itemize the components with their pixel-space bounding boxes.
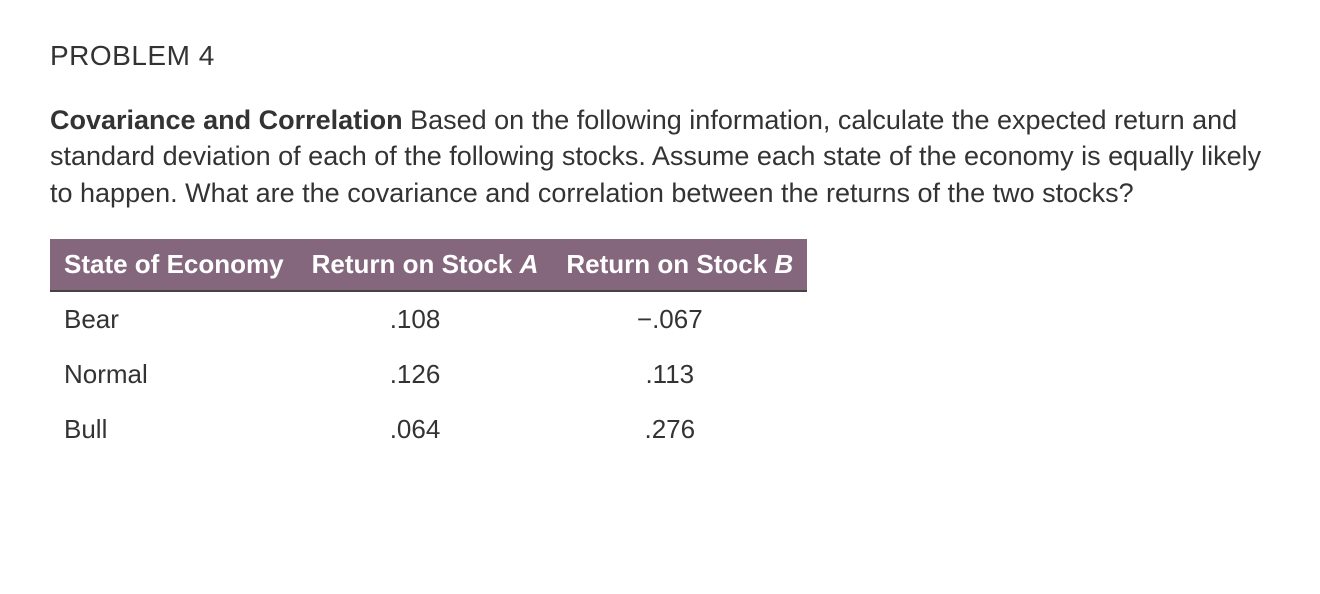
table-row: Bear .108 −.067 <box>50 291 807 347</box>
cell-state: Bear <box>50 291 298 347</box>
table-row: Bull .064 .276 <box>50 402 807 457</box>
cell-stock-a: .126 <box>298 347 553 402</box>
cell-state: Normal <box>50 347 298 402</box>
header-stock-b: Return on Stock B <box>552 239 807 291</box>
header-stock-b-prefix: Return on Stock <box>566 249 774 279</box>
problem-description: Covariance and Correlation Based on the … <box>50 102 1270 211</box>
cell-stock-b: −.067 <box>552 291 807 347</box>
header-stock-a-prefix: Return on Stock <box>312 249 520 279</box>
cell-stock-b: .276 <box>552 402 807 457</box>
header-stock-b-ital: B <box>774 249 793 279</box>
cell-state: Bull <box>50 402 298 457</box>
table-header-row: State of Economy Return on Stock A Retur… <box>50 239 807 291</box>
problem-title: PROBLEM 4 <box>50 40 1270 72</box>
problem-lead: Covariance and Correlation <box>50 105 403 135</box>
cell-stock-a: .108 <box>298 291 553 347</box>
cell-stock-b: .113 <box>552 347 807 402</box>
table-row: Normal .126 .113 <box>50 347 807 402</box>
header-state: State of Economy <box>50 239 298 291</box>
returns-table: State of Economy Return on Stock A Retur… <box>50 239 807 457</box>
cell-stock-a: .064 <box>298 402 553 457</box>
header-stock-a-ital: A <box>520 249 539 279</box>
header-stock-a: Return on Stock A <box>298 239 553 291</box>
